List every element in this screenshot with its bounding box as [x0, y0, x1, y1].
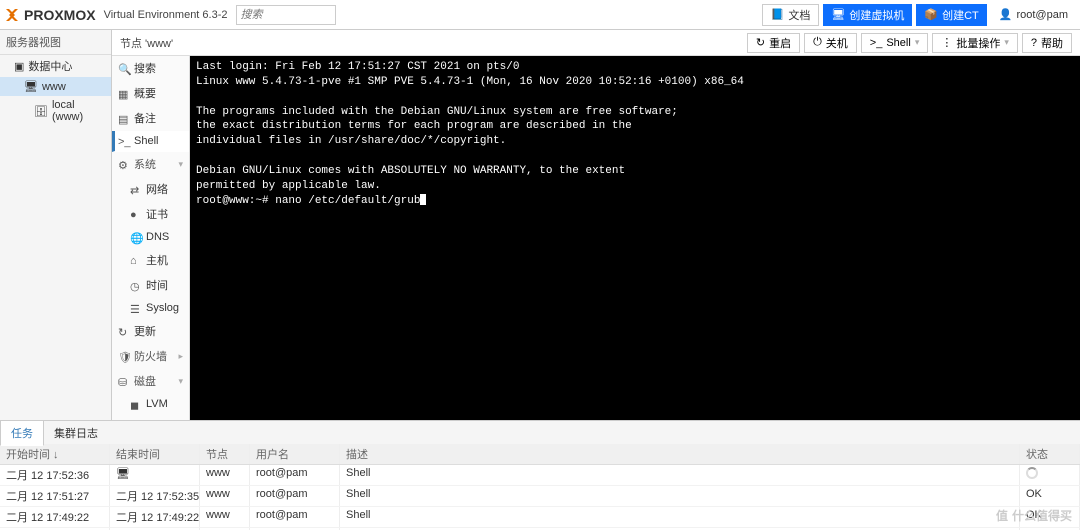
- menu-shell[interactable]: >_Shell: [112, 131, 189, 152]
- storage-icon: 🗄: [34, 105, 48, 118]
- tab-cluster-log[interactable]: 集群日志: [44, 421, 108, 445]
- disk-icon: ⛁: [118, 376, 129, 387]
- col-user[interactable]: 用户名: [250, 444, 340, 464]
- user-menu-button[interactable]: 👤 root@pam: [991, 4, 1076, 26]
- menu-dns[interactable]: 🌐DNS: [112, 227, 189, 248]
- restart-button[interactable]: ↻ 重启: [747, 33, 800, 53]
- inner-split: 🔍搜索 ▦概要 ▤备注 >_Shell ⚙系统▾ ⇄网络 ●证书 🌐DNS ⌂主…: [112, 56, 1080, 420]
- spinner-icon: [1026, 467, 1038, 479]
- shutdown-button[interactable]: ⏻ 关机: [804, 33, 857, 53]
- menu-certs[interactable]: ●证书: [112, 202, 189, 227]
- node-sidemenu: 🔍搜索 ▦概要 ▤备注 >_Shell ⚙系统▾ ⇄网络 ●证书 🌐DNS ⌂主…: [112, 56, 190, 420]
- book-icon: ▦: [118, 88, 129, 99]
- network-icon: ⇄: [130, 184, 141, 195]
- resource-tree: 服务器视图 ▣ 数据中心 🖥 www 🗄 local (www): [0, 30, 112, 420]
- proxmox-icon: [4, 7, 20, 23]
- breadcrumb-path: 节点 'www': [120, 35, 173, 51]
- create-vm-button[interactable]: 🖥 创建虚拟机: [823, 4, 912, 26]
- version-label: Virtual Environment 6.3-2: [104, 9, 228, 21]
- tab-tasks[interactable]: 任务: [0, 420, 44, 446]
- task-log-table: 开始时间 ↓ 结束时间 节点 用户名 描述 状态 二月 12 17:52:36🖥…: [0, 444, 1080, 530]
- clock-icon: ◷: [130, 280, 141, 291]
- shell-terminal[interactable]: Last login: Fri Feb 12 17:51:27 CST 2021…: [190, 56, 1080, 420]
- product-name: PROXMOX: [24, 7, 96, 23]
- menu-network[interactable]: ⇄网络: [112, 177, 189, 202]
- menu-syslog[interactable]: ☰Syslog: [112, 298, 189, 319]
- col-node[interactable]: 节点: [200, 444, 250, 464]
- menu-updates[interactable]: ↻更新: [112, 319, 189, 344]
- cert-icon: ●: [130, 209, 141, 220]
- tree-storage-local[interactable]: 🗄 local (www): [0, 96, 111, 126]
- col-end[interactable]: 结束时间: [110, 444, 200, 464]
- search-icon: 🔍: [118, 63, 129, 74]
- refresh-icon: ↻: [118, 326, 129, 337]
- table-row[interactable]: 二月 12 17:52:36🖥wwwroot@pamShell: [0, 465, 1080, 486]
- create-ct-button[interactable]: 📦 创建CT: [916, 4, 986, 26]
- col-status[interactable]: 状态: [1020, 444, 1080, 464]
- shield-icon: 🛡: [118, 351, 129, 362]
- chevron-down-icon: ▾: [915, 37, 920, 48]
- notes-icon: ▤: [118, 113, 129, 124]
- menu-system[interactable]: ⚙系统▾: [112, 152, 189, 177]
- menu-disks[interactable]: ⛁磁盘▾: [112, 369, 189, 394]
- global-search-input[interactable]: [236, 5, 336, 25]
- table-row[interactable]: 二月 12 17:49:22二月 12 17:49:22wwwroot@pamS…: [0, 507, 1080, 528]
- table-header: 开始时间 ↓ 结束时间 节点 用户名 描述 状态: [0, 444, 1080, 465]
- top-header: PROXMOX Virtual Environment 6.3-2 📘 文档 🖥…: [0, 0, 1080, 30]
- bulk-actions-button[interactable]: ⋮ 批量操作 ▾: [932, 33, 1018, 53]
- menu-search[interactable]: 🔍搜索: [112, 56, 189, 81]
- hosts-icon: ⌂: [130, 255, 141, 266]
- col-desc[interactable]: 描述: [340, 444, 1020, 464]
- tree-title: 服务器视图: [0, 30, 111, 55]
- menu-firewall[interactable]: 🛡防火墙▸: [112, 344, 189, 369]
- shell-dropdown-button[interactable]: >_ Shell ▾: [861, 33, 929, 53]
- menu-lvm[interactable]: ◼LVM: [112, 394, 189, 415]
- table-row[interactable]: 二月 12 17:51:27二月 12 17:52:35wwwroot@pamS…: [0, 486, 1080, 507]
- chevron-right-icon: ▸: [178, 351, 183, 362]
- menu-lvmthin[interactable]: ◻LVM-Thin: [112, 415, 189, 420]
- datacenter-icon: ▣: [14, 60, 24, 73]
- server-icon: 🖥: [24, 80, 38, 93]
- breadcrumb-bar: 节点 'www' ↻ 重启 ⏻ 关机 >_ Shell ▾ ⋮ 批量操作 ▾ ?…: [112, 30, 1080, 56]
- menu-summary[interactable]: ▦概要: [112, 81, 189, 106]
- logo: PROXMOX: [4, 7, 96, 23]
- menu-hosts[interactable]: ⌂主机: [112, 248, 189, 273]
- terminal-icon: >_: [118, 136, 129, 147]
- chevron-down-icon: ▾: [178, 376, 183, 387]
- content-area: 节点 'www' ↻ 重启 ⏻ 关机 >_ Shell ▾ ⋮ 批量操作 ▾ ?…: [112, 30, 1080, 420]
- menu-time[interactable]: ◷时间: [112, 273, 189, 298]
- gear-icon: ⚙: [118, 159, 129, 170]
- chevron-down-icon: ▾: [1004, 37, 1009, 48]
- help-button[interactable]: ? 帮助: [1022, 33, 1072, 53]
- list-icon: ☰: [130, 303, 141, 314]
- docs-button[interactable]: 📘 文档: [762, 4, 820, 26]
- chevron-down-icon: ▾: [178, 159, 183, 170]
- dns-icon: 🌐: [130, 232, 141, 243]
- tree-node-www[interactable]: 🖥 www: [0, 77, 111, 96]
- menu-notes[interactable]: ▤备注: [112, 106, 189, 131]
- bottom-tab-bar: 任务 集群日志: [0, 420, 1080, 444]
- square-icon: ◼: [130, 399, 141, 410]
- main-area: 服务器视图 ▣ 数据中心 🖥 www 🗄 local (www) 节点 'www…: [0, 30, 1080, 420]
- col-start[interactable]: 开始时间 ↓: [0, 444, 110, 464]
- tree-datacenter[interactable]: ▣ 数据中心: [0, 55, 111, 77]
